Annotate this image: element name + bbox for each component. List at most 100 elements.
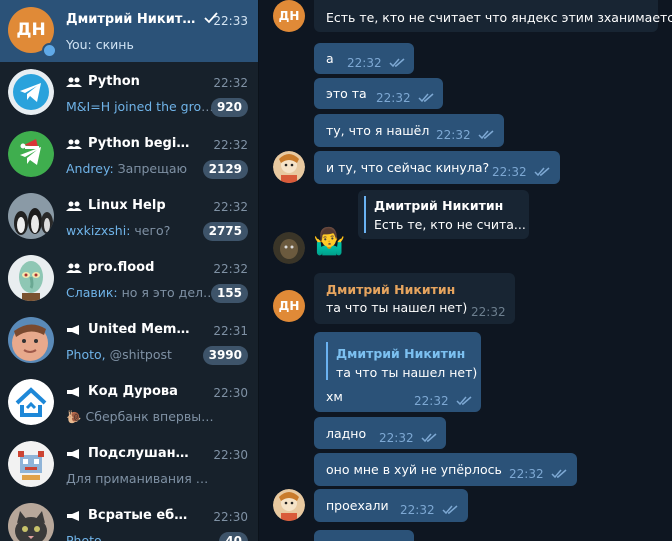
unread-badge: 920 xyxy=(210,98,248,117)
chat-preview: M&I=H joined the group xyxy=(66,99,216,114)
chat-time: 22:31 xyxy=(213,324,248,338)
unread-badge: 2129 xyxy=(202,160,248,179)
shrug-sticker[interactable]: 🤷‍♂️ xyxy=(313,227,345,257)
chat-preview: You: скинь xyxy=(66,37,134,52)
chat-list-sidebar: ДН Дмитрий Никитин 22:33 You: скинь Pyth… xyxy=(0,0,259,541)
chat-time: 22:30 xyxy=(213,448,248,462)
chat-preview: wxkizxshi: чего? xyxy=(66,223,171,238)
message-text: та что ты нашел нет) xyxy=(326,300,468,315)
message-bubble[interactable]: ту, что я нашёл 22:32 xyxy=(314,114,504,147)
message-text: оно мне в хуй не упёрлось xyxy=(326,462,502,477)
chat-item-python-beginners[interactable]: Python beginners 22:32 Andrey: Запрещаю … xyxy=(0,124,258,186)
unread-badge: 40 xyxy=(219,532,248,541)
avatar: ДН xyxy=(273,290,305,322)
quote-bar xyxy=(326,342,328,380)
message-bubble[interactable]: Дмитрий Никитин та что ты нашел нет) 22:… xyxy=(314,273,515,324)
chat-title: Linux Help xyxy=(66,198,196,213)
double-check-icon xyxy=(421,433,437,443)
double-check-icon xyxy=(551,469,567,479)
squidward-avatar xyxy=(8,255,54,301)
message-area: ДН Есть те, кто не считает что яндекс эт… xyxy=(259,0,672,541)
channel-icon xyxy=(67,448,79,459)
reply-text: та что ты нашел нет) xyxy=(336,365,478,380)
group-icon xyxy=(66,77,82,87)
chat-item-podslushano[interactable]: Подслушано у п... 22:30 Для приманивания… xyxy=(0,434,258,496)
chat-item-python[interactable]: Python 22:32 M&I=H joined the group 920 xyxy=(0,62,258,124)
message-text: проехали xyxy=(326,498,389,513)
message-text: это та xyxy=(326,86,367,101)
message-time: 22:32 xyxy=(347,56,382,70)
online-status-dot xyxy=(42,43,57,58)
chat-item-dmitry[interactable]: ДН Дмитрий Никитин 22:33 You: скинь xyxy=(0,0,258,62)
message-time: 22:32 xyxy=(376,91,411,105)
penguins-avatar xyxy=(8,193,54,239)
channel-icon xyxy=(67,510,79,521)
group-icon xyxy=(66,263,82,273)
chat-title: pro.flood xyxy=(66,260,196,275)
unread-badge: 155 xyxy=(210,284,248,303)
pixel-avatar xyxy=(8,441,54,487)
message-bubble[interactable]: проехали 22:32 xyxy=(314,489,468,522)
sender-name: Дмитрий Никитин xyxy=(326,282,456,297)
double-check-icon xyxy=(389,58,405,68)
double-check-icon xyxy=(456,396,472,406)
double-check-icon xyxy=(442,505,458,515)
double-check-icon xyxy=(534,167,550,177)
chat-title: Подслушано у п... xyxy=(66,446,196,461)
reply-name: Дмитрий Никитин xyxy=(336,346,466,361)
channel-icon xyxy=(67,386,79,397)
my-avatar xyxy=(273,489,305,521)
message-bubble[interactable]: Дмитрий Никитин та что ты нашел нет) хм … xyxy=(314,332,481,412)
face-avatar xyxy=(8,317,54,363)
message-bubble[interactable]: Есть те, кто не считает что яндекс этим … xyxy=(314,0,672,32)
message-time: 22:32 xyxy=(414,394,449,408)
avatar: ДН xyxy=(273,0,305,32)
message-bubble[interactable]: ладно 22:32 xyxy=(314,417,446,449)
message-time: 22:32 xyxy=(400,503,435,517)
message-bubble[interactable]: оно мне в хуй не упёрлось 22:32 xyxy=(314,453,577,486)
chat-time: 22:33 xyxy=(213,14,248,28)
chat-item-vsratye[interactable]: Всратые еблеты ... 22:30 Photo, 40 xyxy=(0,496,258,541)
chat-preview: Photo, xyxy=(66,533,106,541)
chat-item-pro-flood[interactable]: pro.flood 22:32 Славик: но я это дела...… xyxy=(0,248,258,310)
sender-avatar xyxy=(273,232,305,264)
message-text: хм xyxy=(326,389,343,404)
message-bubble[interactable] xyxy=(314,530,414,541)
telegram-santa-avatar xyxy=(8,131,54,177)
chat-title: Всратые еблеты ... xyxy=(66,508,196,523)
unread-badge: 3990 xyxy=(202,346,248,365)
chat-item-kod-durova[interactable]: Код Дурова 22:30 🐌 Сбербанк впервые за с… xyxy=(0,372,258,434)
message-bubble[interactable]: и ту, что сейчас кинула? 22:32 xyxy=(314,151,560,184)
chat-time: 22:32 xyxy=(213,262,248,276)
channel-icon xyxy=(67,324,79,335)
message-time: 22:32 xyxy=(492,165,527,179)
chat-preview: Andrey: Запрещаю xyxy=(66,161,188,176)
unread-badge: 2775 xyxy=(202,222,248,241)
chat-title: Python beginners xyxy=(66,136,196,151)
message-bubble[interactable]: это та 22:32 xyxy=(314,78,443,109)
cat-avatar xyxy=(8,503,54,541)
message-text: Есть те, кто не считает что яндекс этим … xyxy=(326,10,672,25)
quote-bar xyxy=(364,196,366,233)
group-icon xyxy=(66,139,82,149)
double-check-icon xyxy=(478,130,494,140)
chat-title: United Memes Fe... xyxy=(66,322,196,337)
message-time: 22:32 xyxy=(471,305,506,319)
message-time: 22:32 xyxy=(379,431,414,445)
telegram-logo-avatar xyxy=(8,69,54,115)
chat-item-linux-help[interactable]: Linux Help 22:32 wxkizxshi: чего? 2775 xyxy=(0,186,258,248)
chat-preview: Photo, @shitpost xyxy=(66,347,172,362)
forward-name: Дмитрий Никитин xyxy=(374,198,504,213)
forward-text: Есть те, кто не счита... xyxy=(374,217,526,232)
chat-title: Код Дурова xyxy=(66,384,196,399)
double-check-icon xyxy=(418,93,434,103)
chat-time: 22:32 xyxy=(213,76,248,90)
message-bubble[interactable]: а 22:32 xyxy=(314,43,414,74)
chat-title: Python xyxy=(66,74,196,89)
chat-preview: Славик: но я это дела... xyxy=(66,285,216,300)
chat-preview: Для приманивания програ... xyxy=(66,471,216,486)
message-time: 22:32 xyxy=(509,467,544,481)
forwarded-preview[interactable]: Дмитрий Никитин Есть те, кто не счита... xyxy=(358,190,529,239)
chat-title: Дмитрий Никитин xyxy=(66,12,196,27)
chat-item-united-memes[interactable]: United Memes Fe... 22:31 Photo, @shitpos… xyxy=(0,310,258,372)
